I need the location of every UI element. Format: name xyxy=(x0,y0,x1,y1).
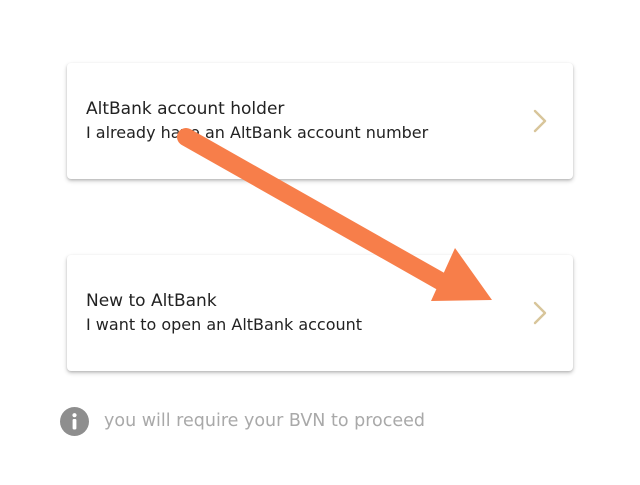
bvn-notice: you will require your BVN to proceed xyxy=(60,407,500,437)
info-icon xyxy=(60,407,89,436)
chevron-right-icon xyxy=(533,109,547,133)
option-title: AltBank account holder xyxy=(86,99,285,119)
option-title: New to AltBank xyxy=(86,291,217,311)
bvn-notice-text: you will require your BVN to proceed xyxy=(104,411,425,431)
account-type-screen: AltBank account holder I already have an… xyxy=(0,0,640,485)
altbank-account-holder-option[interactable]: AltBank account holder I already have an… xyxy=(67,63,573,179)
chevron-right-icon xyxy=(533,301,547,325)
option-subtitle: I already have an AltBank account number xyxy=(86,123,429,142)
option-subtitle: I want to open an AltBank account xyxy=(86,315,363,334)
new-to-altbank-option[interactable]: New to AltBank I want to open an AltBank… xyxy=(67,255,573,371)
